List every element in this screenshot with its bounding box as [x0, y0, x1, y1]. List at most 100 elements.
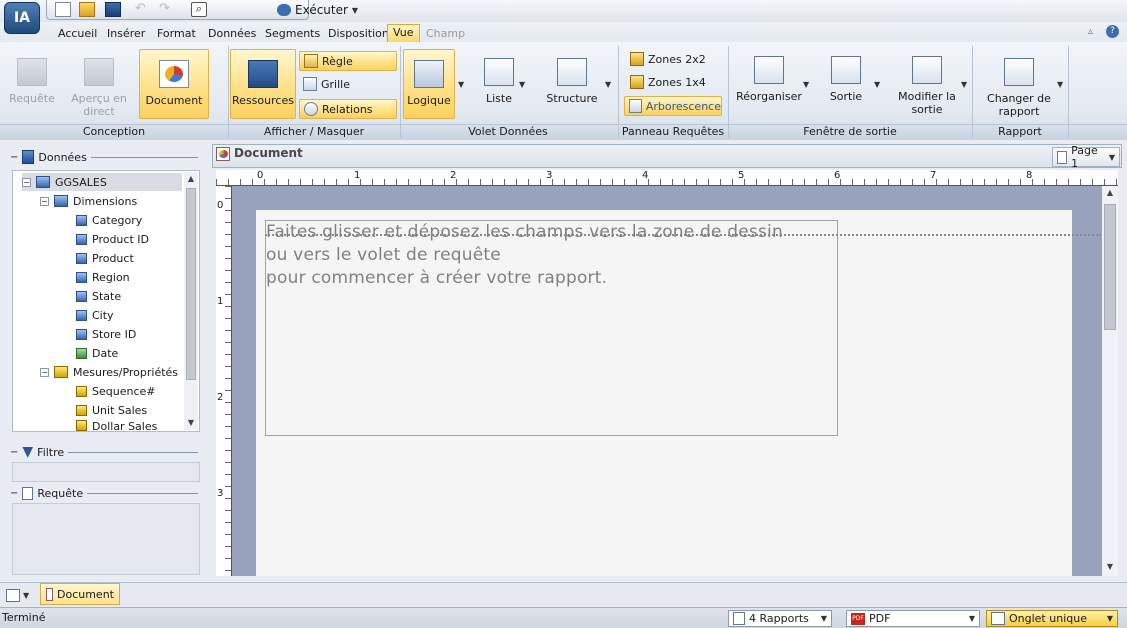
chevron-down-icon[interactable]: ▼ [961, 80, 967, 89]
view-switcher[interactable]: ▼ [6, 585, 36, 605]
horizontal-ruler: 0 1 2 3 4 5 6 7 8 [216, 170, 1118, 186]
tree-item[interactable]: Store ID [76, 325, 136, 343]
drop-hint-line-1: Faites glisser et déposez les champs ver… [266, 222, 783, 242]
root-label: GGSALES [55, 175, 107, 189]
bottom-tab-document[interactable]: Document [40, 583, 120, 605]
structure-button[interactable]: Structure [544, 52, 600, 120]
qat-frame: ↶ ↷ ⌕ Exécuter ▼ [46, 0, 358, 20]
print-preview-icon[interactable]: ⌕ [191, 2, 207, 17]
scroll-down-icon[interactable]: ▼ [1102, 562, 1118, 574]
apercu-button[interactable]: Aperçu en direct [66, 52, 132, 120]
tree-item[interactable]: Date [76, 344, 118, 362]
document-button[interactable]: Document [139, 49, 209, 119]
reorganiser-label: Réorganiser [736, 90, 802, 103]
filter-area[interactable] [12, 462, 200, 482]
reorganiser-button[interactable]: Réorganiser [736, 52, 802, 120]
donnees-header[interactable]: − Données [10, 148, 204, 166]
ruler-tick-label: 0 [257, 170, 264, 181]
chevron-down-icon[interactable]: ▼ [874, 80, 880, 89]
tree-item[interactable]: Dollar Sales [76, 420, 157, 432]
open-folder-icon[interactable] [79, 2, 95, 17]
tree-item[interactable]: Region [76, 268, 130, 286]
zones-2x2-button[interactable]: Zones 2x2 [626, 49, 724, 69]
document-label: Document [145, 94, 203, 107]
page-selector[interactable]: Page 1 ▼ [1052, 144, 1120, 170]
relations-button[interactable]: Relations [299, 99, 397, 119]
tree-item[interactable]: Sequence# [76, 382, 155, 400]
tab-champ[interactable]: Champ [423, 26, 468, 41]
liste-button[interactable]: Liste [472, 52, 526, 120]
new-file-icon[interactable] [55, 2, 71, 17]
tree-item[interactable]: State [76, 287, 121, 305]
tree-item[interactable]: Unit Sales [76, 401, 147, 419]
reports-selector[interactable]: 4 Rapports ▼ [728, 610, 832, 627]
scroll-up-icon[interactable]: ▲ [184, 172, 198, 186]
undo-icon[interactable]: ↶ [135, 2, 153, 17]
modifier-sortie-button[interactable]: Modifier la sortie [896, 52, 958, 122]
logique-button[interactable]: Logique [403, 49, 455, 119]
save-icon[interactable] [105, 2, 121, 17]
ressources-button[interactable]: Ressources [230, 49, 296, 119]
tab-inserer[interactable]: Insérer [104, 26, 148, 41]
chevron-down-icon[interactable]: ▼ [519, 80, 525, 89]
chevron-down-icon[interactable]: ▼ [605, 80, 611, 89]
tree-item[interactable]: Category [76, 211, 142, 229]
relations-icon [304, 102, 318, 116]
requete-button[interactable]: Requête [6, 52, 58, 120]
tree-item[interactable]: City [76, 306, 114, 324]
arborescence-button[interactable]: Arborescence [624, 96, 722, 116]
execute-button[interactable]: Exécuter ▼ [273, 1, 362, 19]
query-area[interactable] [12, 503, 200, 575]
app-logo[interactable]: IA [4, 2, 40, 34]
ruler-tick-label: 3 [546, 170, 553, 181]
sortie-button[interactable]: Sortie [822, 52, 870, 120]
grid-icon [303, 77, 317, 91]
grille-button[interactable]: Grille [299, 74, 397, 94]
requete-header[interactable]: − Requête [10, 484, 204, 502]
tree-node-mesures[interactable]: − Mesures/Propriétés [40, 363, 178, 381]
chevron-down-icon[interactable]: ▼ [1057, 80, 1063, 89]
zones14-label: Zones 1x4 [648, 75, 706, 89]
tree-scrollbar[interactable]: ▲ ▼ [184, 172, 198, 430]
tree-item[interactable]: Product ID [76, 230, 149, 248]
canvas-scrollbar[interactable]: ▲ ▼ [1102, 186, 1118, 576]
format-selector[interactable]: PDF PDF ▼ [846, 610, 980, 627]
collapse-icon[interactable]: − [22, 177, 31, 187]
tab-donnees[interactable]: Données [205, 26, 259, 41]
scroll-thumb[interactable] [1104, 204, 1116, 330]
regle-button[interactable]: Règle [299, 51, 397, 71]
redo-icon[interactable]: ↷ [159, 2, 177, 17]
scroll-down-icon[interactable]: ▼ [184, 416, 198, 430]
tab-format[interactable]: Format [154, 26, 199, 41]
tab-vue[interactable]: Vue [387, 24, 420, 42]
tree-item-label: Store ID [92, 327, 137, 341]
ruler-tick-label: 5 [738, 170, 745, 181]
scroll-up-icon[interactable]: ▲ [1102, 188, 1118, 200]
layout-icon [6, 588, 20, 602]
tree-item[interactable]: Product [76, 249, 134, 267]
changer-label-2: rapport [998, 105, 1040, 118]
tab-mode-label: Onglet unique [1009, 612, 1087, 625]
minimize-ribbon-icon[interactable]: ▵ [1088, 26, 1093, 37]
tree-node-root[interactable]: − GGSALES [22, 173, 182, 191]
help-icon[interactable]: ? [1106, 25, 1119, 38]
chevron-down-icon[interactable]: ▼ [458, 80, 464, 89]
zones-1x4-button[interactable]: Zones 1x4 [626, 72, 724, 92]
collapse-icon[interactable]: − [40, 367, 49, 377]
collapse-icon[interactable]: − [40, 196, 49, 206]
relations-label: Relations [322, 102, 373, 116]
field-icon [76, 233, 87, 245]
tab-accueil[interactable]: Accueil [55, 26, 100, 41]
scroll-thumb[interactable] [186, 188, 196, 380]
tree-node-dimensions[interactable]: − Dimensions [40, 192, 137, 210]
apercu-label: Aperçu en direct [71, 92, 127, 118]
tab-disposition[interactable]: Disposition [325, 26, 392, 41]
tree-item-label: Unit Sales [92, 403, 148, 417]
tab-segments[interactable]: Segments [262, 26, 323, 41]
page-label: Page 1 [1071, 144, 1098, 170]
chevron-down-icon[interactable]: ▼ [803, 80, 809, 89]
tab-mode-selector[interactable]: Onglet unique ▼ [986, 610, 1118, 627]
bottom-tab-label: Document [57, 587, 114, 601]
filtre-header[interactable]: − ▼ Filtre [10, 443, 204, 461]
changer-rapport-button[interactable]: Changer de rapport [984, 52, 1054, 122]
